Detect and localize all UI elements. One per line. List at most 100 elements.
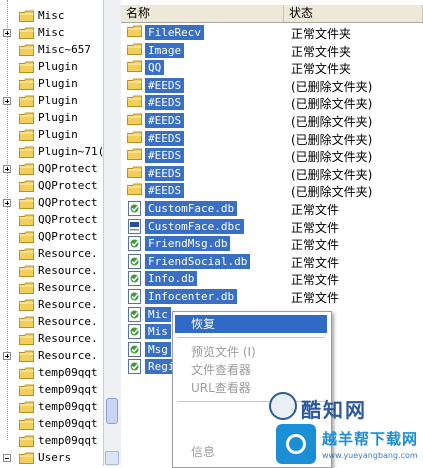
list-item[interactable]: QQ 正常文件夹 <box>127 59 423 76</box>
file-name: #EEDS <box>145 113 185 128</box>
folder-icon <box>127 131 143 146</box>
tree-scroll-down-arrow[interactable] <box>105 451 119 465</box>
folder-icon <box>19 61 34 73</box>
folder-icon <box>19 333 34 345</box>
tree-item[interactable]: Resource. <box>0 348 103 365</box>
tree-item-label: Plugin <box>38 111 78 124</box>
tree-item-label: Misc~657 <box>38 43 91 56</box>
tree-item[interactable]: Resource. <box>0 314 103 331</box>
tree-item[interactable]: Resource. <box>0 263 103 280</box>
file-status: 正常文件 <box>291 220 340 235</box>
collapse-icon[interactable] <box>3 454 11 462</box>
tree-item[interactable]: Plugin~71( <box>0 144 103 161</box>
tree-item[interactable]: Resource. <box>0 297 103 314</box>
tree-item[interactable]: Plugin <box>0 127 103 144</box>
tree-item[interactable]: Plugin <box>0 59 103 76</box>
tree-item[interactable]: temp09qqt <box>0 399 103 416</box>
tree-item[interactable]: Resource. <box>0 280 103 297</box>
file-name: FriendMsg.db <box>145 236 231 252</box>
tree-item-label: Users <box>38 451 72 464</box>
file-name: FileRecv <box>145 25 204 40</box>
file-status: (已删除文件夹) <box>291 150 373 165</box>
tree-item[interactable]: Misc <box>0 8 103 25</box>
folder-icon <box>19 316 34 328</box>
tree-item[interactable]: QQProtect <box>0 229 103 246</box>
folder-icon <box>19 95 34 107</box>
column-name-header[interactable]: 名称 <box>121 5 284 22</box>
tree-item-label: temp09qqt <box>38 366 98 379</box>
tree-item[interactable]: Misc <box>0 25 103 42</box>
tree-item[interactable]: QQProtect <box>0 195 103 212</box>
list-item[interactable]: Image 正常文件夹 <box>127 42 423 59</box>
list-item[interactable]: #EEDS (已删除文件夹) <box>127 94 423 111</box>
file-icon <box>127 271 143 287</box>
list-item[interactable]: #EEDS (已删除文件夹) <box>127 130 423 147</box>
tree-item-label: Resource. <box>38 281 98 294</box>
tree-item-label: Resource. <box>38 315 98 328</box>
folder-icon <box>19 112 34 124</box>
list-item[interactable]: CustomFace.dbc 正常文件 <box>127 218 423 235</box>
folder-icon <box>19 350 34 362</box>
file-name: #EEDS <box>145 148 185 164</box>
tree-item-label: QQProtect <box>38 162 98 175</box>
file-name: #EEDS <box>145 183 185 199</box>
tree-item[interactable]: QQProtect <box>0 178 103 195</box>
folder-icon <box>19 367 34 379</box>
tree-item[interactable]: temp09qqt <box>0 416 103 433</box>
list-item[interactable]: CustomFace.db 正常文件 <box>127 200 423 217</box>
tree-item-label: temp09qqt <box>38 400 98 413</box>
expand-icon[interactable] <box>3 97 11 105</box>
expand-icon[interactable] <box>3 165 11 173</box>
tree-scrollbar[interactable] <box>103 0 121 466</box>
tree-item[interactable]: temp09qqt <box>0 382 103 399</box>
expand-icon[interactable] <box>3 199 11 207</box>
folder-icon <box>19 248 34 260</box>
folder-icon <box>19 44 34 56</box>
list-item[interactable]: #EEDS (已删除文件夹) <box>127 77 423 94</box>
file-icon <box>127 341 143 357</box>
folder-tree[interactable]: Misc Misc Misc~657 Plugin Plugin Plugin Plugin… <box>0 0 103 466</box>
file-status: 正常文件夹 <box>291 62 352 77</box>
tree-item[interactable]: Plugin <box>0 93 103 110</box>
menu-item-restore[interactable]: 恢复 <box>175 315 327 333</box>
tree-item[interactable]: QQProtect <box>0 161 103 178</box>
list-item[interactable]: Infocenter.db 正常文件 <box>127 288 423 305</box>
list-item[interactable]: FriendSocial.db 正常文件 <box>127 253 423 270</box>
watermark-logo-kuzhi: 酷知网 <box>255 388 367 428</box>
tree-item[interactable]: Resource. <box>0 246 103 263</box>
file-icon <box>127 201 143 216</box>
tree-item[interactable]: temp09qqt <box>0 365 103 382</box>
file-name: CustomFace.dbc <box>145 218 244 234</box>
tree-item-label: temp09qqt <box>38 383 98 396</box>
file-status: 正常文件 <box>291 255 340 270</box>
tree-item[interactable]: Users <box>0 450 103 466</box>
list-item[interactable]: #EEDS (已删除文件夹) <box>127 112 423 129</box>
list-item[interactable]: FriendMsg.db 正常文件 <box>127 235 423 252</box>
tree-item-label: Misc <box>38 9 65 22</box>
tree-item[interactable]: Plugin <box>0 110 103 127</box>
list-item[interactable]: FileRecv 正常文件夹 <box>127 24 423 41</box>
tree-item[interactable]: temp09qqt <box>0 433 103 450</box>
list-item[interactable]: #EEDS (已删除文件夹) <box>127 182 423 199</box>
expand-icon[interactable] <box>3 352 11 360</box>
tree-scroll-thumb[interactable] <box>106 398 118 424</box>
folder-icon <box>19 146 34 158</box>
tree-item-label: Resource. <box>38 247 98 260</box>
tree-item[interactable]: Resource. <box>0 331 103 348</box>
tree-item-label: Resource. <box>38 349 98 362</box>
folder-icon <box>127 148 143 163</box>
menu-item-file-viewer[interactable]: 文件查看器 <box>175 361 327 379</box>
expand-icon[interactable] <box>3 29 11 37</box>
list-item[interactable]: Info.db 正常文件 <box>127 270 423 287</box>
list-item[interactable]: #EEDS (已删除文件夹) <box>127 147 423 164</box>
folder-icon <box>127 78 143 93</box>
menu-item-preview-file[interactable]: 预览文件 (I) <box>175 343 327 361</box>
tree-item[interactable]: QQProtect <box>0 212 103 229</box>
file-icon <box>127 289 143 304</box>
file-name: CustomFace.db <box>145 201 238 216</box>
tree-item[interactable]: Misc~657 <box>0 42 103 59</box>
tree-item[interactable]: Plugin <box>0 76 103 93</box>
column-status-header[interactable]: 状态 <box>284 5 423 22</box>
tree-item-label: Plugin <box>38 128 78 141</box>
list-item[interactable]: #EEDS (已删除文件夹) <box>127 165 423 182</box>
